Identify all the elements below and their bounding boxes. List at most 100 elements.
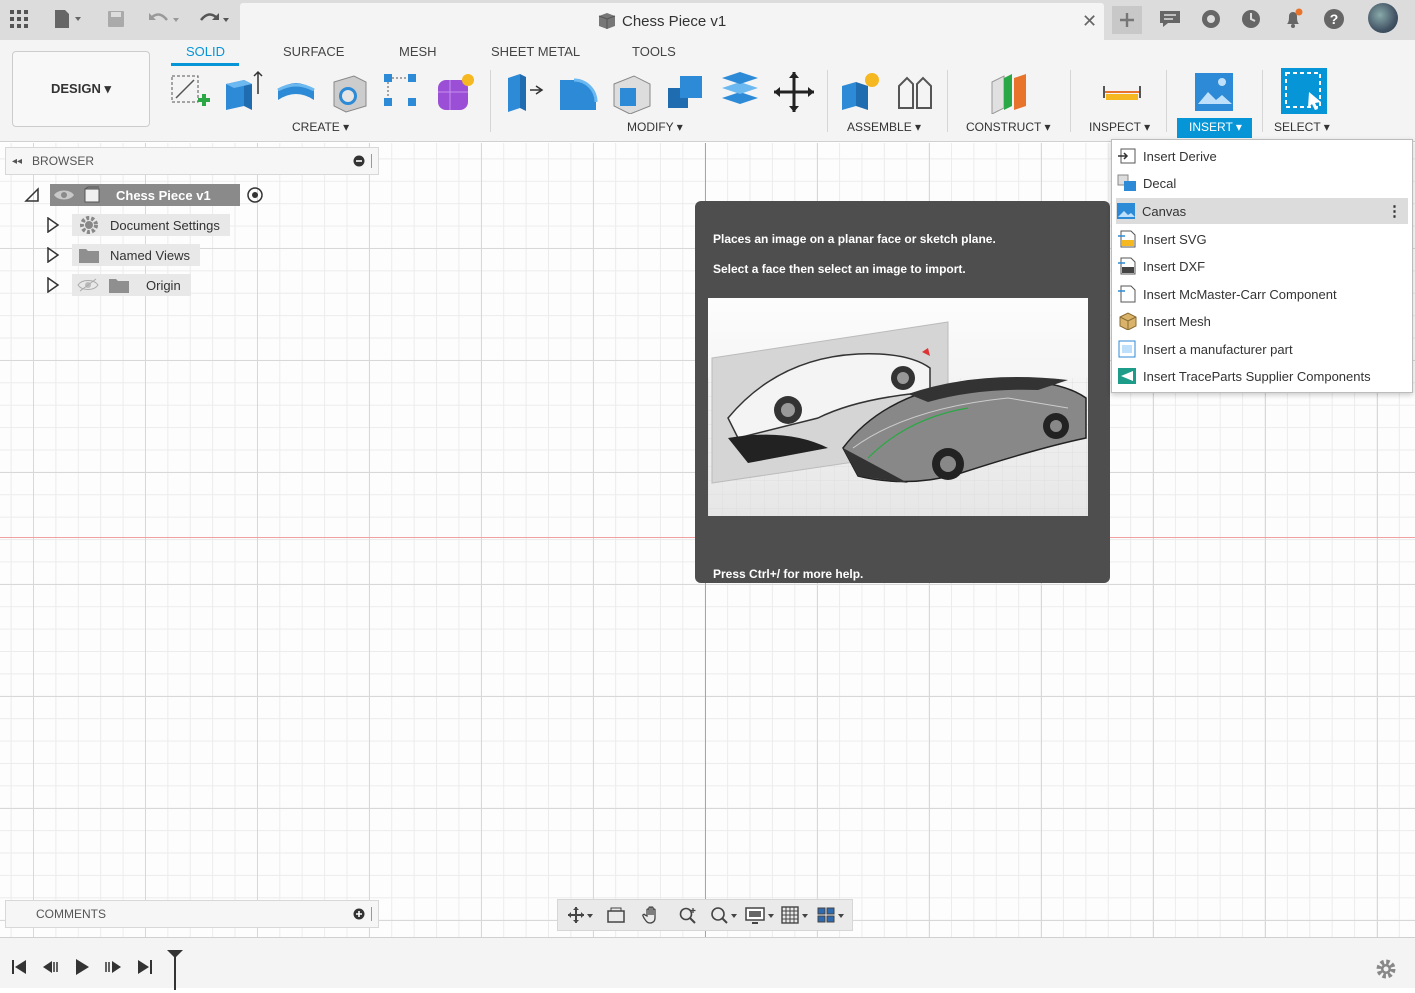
expand-arrow-icon[interactable] — [46, 277, 60, 293]
menu-item-insert-mesh[interactable]: Insert Mesh — [1117, 308, 1407, 334]
insert-mesh-icon — [1119, 312, 1137, 330]
menu-item-canvas[interactable]: Canvas ⋮ — [1116, 198, 1408, 224]
step-back-icon[interactable] — [41, 958, 61, 979]
tree-item-label: Origin — [146, 277, 181, 293]
activate-radio-icon[interactable] — [246, 186, 264, 204]
expand-arrow-icon[interactable] — [46, 217, 60, 233]
browser-root-row[interactable]: Chess Piece v1 — [24, 184, 264, 206]
browser-header[interactable]: ◂◂ BROWSER — [5, 147, 379, 175]
create-form-icon[interactable] — [434, 70, 478, 114]
look-at-icon[interactable] — [600, 902, 632, 928]
menu-item-insert-dxf[interactable]: Insert DXF — [1117, 253, 1407, 279]
modify-group-label[interactable]: MODIFY ▾ — [627, 120, 683, 134]
revolve-icon[interactable] — [274, 70, 318, 114]
menu-item-label: Insert Derive — [1143, 148, 1217, 164]
pattern-icon[interactable] — [380, 70, 424, 114]
workspace-switcher[interactable]: DESIGN ▾ — [12, 51, 150, 127]
move-copy-icon[interactable] — [772, 70, 816, 114]
tab-tools[interactable]: TOOLS — [632, 44, 676, 59]
close-tab-icon[interactable]: ✕ — [1082, 11, 1097, 32]
panel-grip-icon[interactable] — [371, 907, 372, 921]
visibility-eye-icon[interactable] — [52, 187, 76, 203]
timeline-marker[interactable] — [166, 948, 184, 993]
step-forward-icon[interactable] — [103, 958, 123, 979]
tab-mesh[interactable]: MESH — [399, 44, 437, 59]
menu-item-insert-svg[interactable]: Insert SVG — [1117, 226, 1407, 252]
create-sketch-icon[interactable] — [168, 70, 212, 114]
combine-icon[interactable] — [664, 70, 708, 114]
menu-item-insert-manufacturer-part[interactable]: Insert a manufacturer part — [1117, 336, 1407, 362]
menu-item-label: Insert McMaster-Carr Component — [1143, 286, 1337, 302]
hidden-eye-icon[interactable] — [76, 277, 100, 293]
help-icon[interactable]: ? — [1321, 6, 1347, 32]
root-item-highlight[interactable]: Chess Piece v1 — [50, 184, 240, 206]
grid-settings-icon[interactable] — [780, 902, 812, 928]
file-menu-icon[interactable] — [48, 6, 88, 32]
offset-plane-icon[interactable] — [988, 70, 1032, 115]
construct-group-label[interactable]: CONSTRUCT ▾ — [966, 120, 1050, 134]
collapse-panel-icon[interactable]: ◂◂ — [12, 156, 22, 167]
new-tab-icon[interactable] — [1112, 6, 1142, 34]
minimize-panel-icon[interactable] — [353, 155, 365, 167]
settings-gear-icon[interactable] — [1375, 958, 1397, 983]
new-component-icon[interactable] — [838, 70, 882, 114]
offset-face-icon[interactable] — [718, 70, 762, 114]
traceparts-icon — [1118, 368, 1136, 384]
extensions-icon[interactable] — [1198, 6, 1224, 32]
zoom-icon[interactable] — [672, 902, 704, 928]
tab-sheet-metal[interactable]: SHEET METAL — [491, 44, 580, 59]
menu-item-label: Insert Mesh — [1143, 313, 1211, 329]
press-pull-icon[interactable] — [502, 70, 546, 114]
go-to-end-icon[interactable] — [136, 958, 154, 979]
menu-item-insert-mcmaster[interactable]: Insert McMaster-Carr Component — [1117, 281, 1407, 307]
app-grid-icon[interactable] — [6, 6, 32, 32]
save-icon[interactable] — [104, 6, 128, 32]
comments-header[interactable]: COMMENTS — [5, 900, 379, 928]
panel-grip-icon[interactable] — [371, 154, 372, 168]
go-to-start-icon[interactable] — [10, 958, 28, 979]
insert-manufacturer-part-icon — [1118, 340, 1136, 358]
tab-surface[interactable]: SURFACE — [283, 44, 344, 59]
notifications-bell-icon[interactable] — [1280, 6, 1306, 32]
tooltip-help-hint: Press Ctrl+/ for more help. — [713, 567, 864, 581]
menu-item-insert-traceparts[interactable]: Insert TraceParts Supplier Components — [1117, 363, 1407, 389]
redo-icon[interactable] — [194, 6, 234, 32]
user-avatar[interactable] — [1368, 3, 1398, 33]
folder-icon — [79, 249, 99, 263]
insert-group-label[interactable]: INSERT ▾ — [1189, 120, 1242, 134]
add-comment-icon[interactable] — [353, 908, 365, 920]
menu-item-label: Insert SVG — [1143, 231, 1207, 247]
play-icon[interactable] — [73, 958, 91, 979]
select-tool-icon[interactable] — [1281, 68, 1327, 114]
expand-arrow-icon[interactable] — [46, 247, 60, 263]
tree-item-named-views[interactable]: Named Views — [46, 244, 200, 266]
assemble-group-label[interactable]: ASSEMBLE ▾ — [847, 120, 921, 134]
display-settings-icon[interactable] — [744, 902, 776, 928]
history-clock-icon[interactable] — [1238, 6, 1264, 32]
extrude-icon[interactable] — [220, 70, 264, 114]
hole-icon[interactable] — [328, 70, 372, 114]
job-status-icon[interactable] — [1156, 6, 1184, 32]
ribbon-separator — [947, 70, 948, 132]
undo-icon[interactable] — [144, 6, 184, 32]
joint-icon[interactable] — [893, 70, 937, 114]
fit-window-icon[interactable] — [708, 902, 740, 928]
shell-icon[interactable] — [610, 70, 654, 115]
viewports-icon[interactable] — [816, 902, 848, 928]
insert-image-icon[interactable] — [1192, 70, 1236, 114]
create-group-label[interactable]: CREATE ▾ — [292, 120, 349, 134]
menu-item-insert-derive[interactable]: Insert Derive — [1117, 143, 1407, 169]
menu-item-decal[interactable]: Decal — [1117, 170, 1407, 196]
fillet-icon[interactable] — [556, 70, 600, 114]
tab-solid[interactable]: SOLID — [186, 44, 225, 59]
tree-item-origin[interactable]: Origin — [46, 274, 191, 296]
document-tab[interactable]: Chess Piece v1 ✕ — [240, 3, 1104, 40]
more-options-icon[interactable]: ⋮ — [1387, 202, 1402, 220]
orbit-icon[interactable] — [564, 902, 596, 928]
tree-item-document-settings[interactable]: Document Settings — [46, 214, 230, 236]
measure-icon[interactable] — [1100, 70, 1144, 114]
expand-triangle-icon[interactable] — [24, 187, 40, 203]
select-group-label[interactable]: SELECT ▾ — [1274, 120, 1330, 134]
inspect-group-label[interactable]: INSPECT ▾ — [1089, 120, 1150, 134]
pan-hand-icon[interactable] — [636, 902, 668, 928]
